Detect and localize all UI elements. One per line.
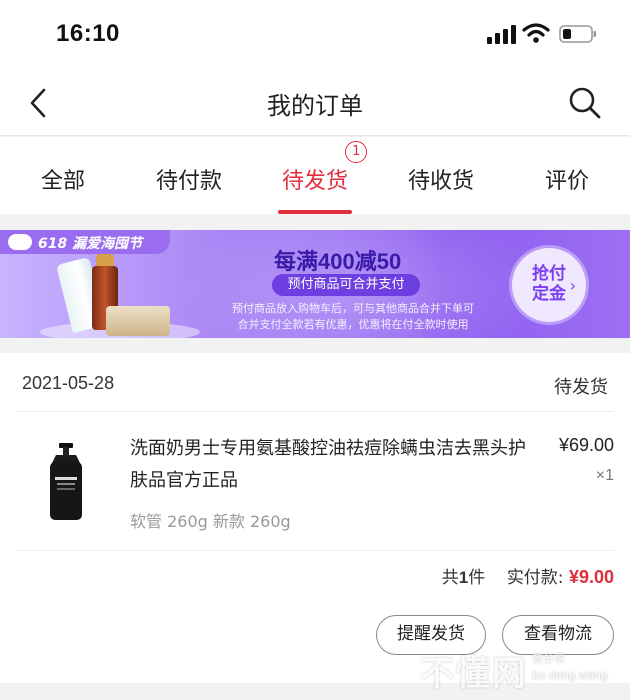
item-count: 1 [458,568,469,587]
tab-pending-payment[interactable]: 待付款 [126,137,252,214]
handbag-image [106,306,170,336]
banner-logo-text: 618 漏爱海囤节 [38,236,143,252]
order-date: 2021-05-28 [22,373,115,393]
banner-logo-icon [8,234,32,250]
wifi-icon [522,23,550,43]
tab-label: 待付款 [155,169,222,194]
product-price: ¥69.00 [558,435,614,455]
banner-pill: 预付商品可合并支付 [272,274,420,296]
order-summary: 共1件 实付款: ¥9.00 [442,563,614,588]
paid-label: 实付款: [506,568,564,588]
order-card[interactable]: 2021-05-28 待发货 洗面奶男士专用氨基酸控油祛痘除螨虫洁去黑头护肤品官… [0,353,630,683]
tab-label: 评价 [544,169,589,194]
product-quantity: ×1 [595,467,614,484]
deposit-cta-button[interactable]: 抢付定金 › [512,248,586,322]
divider [16,411,614,412]
count-prefix: 共 [441,568,459,588]
nav-bar: 我的订单 [0,72,630,136]
order-tabs: 全部 待付款 待发货 1 待收货 评价 [0,137,630,214]
banner-note-line1: 预付商品放入购物车后，可与其他商品合并下单可 [232,302,474,315]
status-time: 16:10 [56,20,120,47]
cellular-signal-icon [487,25,516,44]
tab-pending-receipt[interactable]: 待收货 [378,137,504,214]
product-spec: 软管 260g 新款 260g [130,512,291,531]
tab-label: 待收货 [407,169,474,194]
banner-logo: 618 漏爱海囤节 [0,230,170,254]
product-thumbnail[interactable] [38,441,94,523]
tab-label: 全部 [40,169,85,194]
banner-headline: 每满400减50 [274,249,402,274]
status-bar: 16:10 [0,0,630,72]
promo-banner[interactable]: 618 漏爱海囤节 每满400减50 预付商品可合并支付 预付商品放入购物车后，… [0,230,630,338]
order-status: 待发货 [554,377,608,398]
tab-review[interactable]: 评价 [504,137,630,214]
tab-all[interactable]: 全部 [0,137,126,214]
page-title: 我的订单 [267,92,363,120]
view-logistics-button[interactable]: 查看物流 [502,615,614,655]
tab-pending-shipment[interactable]: 待发货 1 [252,137,378,214]
count-suffix: 件 [468,568,486,588]
banner-note-line2: 合并支付全款若有优惠，优惠将在付全款时使用 [237,318,469,331]
divider [16,550,614,551]
chevron-right-icon: › [569,276,576,295]
product-name[interactable]: 洗面奶男士专用氨基酸控油祛痘除螨虫洁去黑头护肤品官方正品 [130,433,540,497]
remind-shipment-button[interactable]: 提醒发货 [376,615,486,655]
search-icon[interactable] [566,84,604,122]
paid-amount: ¥9.00 [568,567,614,587]
battery-icon [559,25,596,43]
